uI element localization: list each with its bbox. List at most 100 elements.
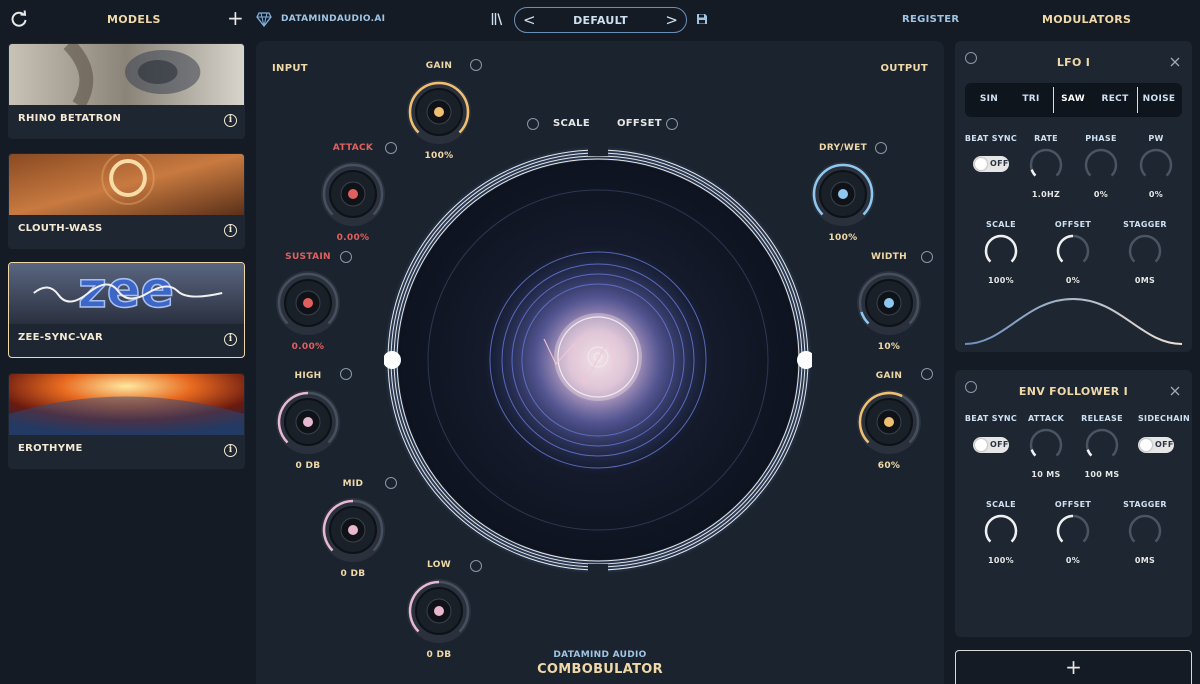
wave-saw[interactable]: SAW [1055, 94, 1091, 104]
knob-sustain[interactable] [275, 270, 341, 336]
lfo-waveform-display [965, 297, 1182, 345]
knob-high[interactable] [275, 389, 341, 455]
mini-knob-value-offset: 0% [1065, 556, 1081, 565]
model-name: EROTHYME [18, 443, 83, 454]
knob-label-high: HIGH [294, 371, 322, 381]
mini-knob-label-scale: SCALE [986, 220, 1016, 229]
mini-knob-value-scale: 100% [988, 556, 1014, 565]
mini-knob-stagger[interactable] [1127, 233, 1163, 269]
knob-value-width: 10% [877, 342, 901, 352]
mod-target-in-gain[interactable] [470, 59, 482, 71]
mini-knob-value-scale: 100% [988, 276, 1014, 285]
mod-target-dry-wet[interactable] [875, 142, 887, 154]
wave-sin[interactable]: SIN [971, 94, 1007, 104]
main-panel: INPUT OUTPUT SCALE OFFSET GAIN 100% ATTA… [256, 41, 944, 684]
knob-dry-wet[interactable] [810, 161, 876, 227]
mini-knob-release[interactable] [1084, 427, 1120, 463]
wave-tri[interactable]: TRI [1013, 94, 1049, 104]
knob-width[interactable] [856, 270, 922, 336]
mini-knob-label-offset: OFFSET [1054, 220, 1092, 229]
env-title: ENV FOLLOWER I [1018, 385, 1129, 398]
close-icon[interactable] [1170, 57, 1180, 67]
model-name: ZEE-SYNC-VAR [18, 332, 103, 343]
info-icon[interactable]: i [224, 114, 237, 127]
offset-mod-target[interactable] [666, 118, 678, 130]
mini-knob-pw[interactable] [1138, 147, 1174, 183]
knob-label-width: WIDTH [871, 252, 907, 262]
beat-sync-toggle[interactable]: OFF [973, 156, 1009, 172]
preset-selector[interactable]: < DEFAULT > [514, 7, 687, 33]
add-model-button[interactable]: + [227, 8, 244, 28]
knob-label-attack: ATTACK [332, 143, 374, 153]
knob-value-dry-wet: 100% [828, 233, 858, 243]
models-title: MODELS [107, 13, 161, 26]
info-icon[interactable]: i [224, 444, 237, 457]
refresh-icon[interactable] [10, 10, 28, 28]
mod-target-high[interactable] [340, 368, 352, 380]
orb-visualizer[interactable] [384, 144, 812, 576]
mod-target-attack[interactable] [385, 142, 397, 154]
knob-label-low: LOW [427, 560, 451, 570]
mini-knob-value-attack: 10 MS [1031, 470, 1061, 479]
mini-knob-value-release: 100 MS [1084, 470, 1120, 479]
wave-rect[interactable]: RECT [1096, 94, 1134, 104]
chevron-right-icon[interactable]: > [665, 11, 678, 29]
scale-mod-target[interactable] [527, 118, 539, 130]
knob-label-mid: MID [342, 479, 364, 489]
knob-out-gain[interactable] [856, 389, 922, 455]
model-card-rhino-betatron[interactable]: RHINO BETATRON i [8, 43, 245, 139]
modulators-title: MODULATORS [1042, 13, 1132, 26]
top-bar: MODELS + DATAMINDAUDIO.AI < DEFAULT > RE… [0, 0, 1200, 40]
mini-knob-scale[interactable] [983, 513, 1019, 549]
library-icon[interactable] [491, 12, 503, 26]
mod-target-out-gain[interactable] [921, 368, 933, 380]
env-follower-panel: ENV FOLLOWER I BEAT SYNC OFF SIDECHAIN O… [955, 370, 1192, 637]
knob-in-gain[interactable] [406, 79, 472, 145]
mini-knob-label-phase: PHASE [1085, 134, 1117, 143]
add-modulator-button[interactable]: + [955, 650, 1192, 684]
footer-product: COMBOBULATOR [537, 662, 663, 677]
mini-knob-offset[interactable] [1055, 513, 1091, 549]
input-label: INPUT [272, 63, 308, 74]
knob-mid[interactable] [320, 497, 386, 563]
knob-value-high: 0 DB [295, 461, 321, 471]
knob-attack[interactable] [320, 161, 386, 227]
save-icon[interactable] [696, 13, 708, 25]
model-card-erothyme[interactable]: EROTHYME i [8, 373, 245, 469]
mini-knob-rate[interactable] [1028, 147, 1064, 183]
register-link[interactable]: REGISTER [902, 14, 959, 25]
mod-target-width[interactable] [921, 251, 933, 263]
model-card-zee-sync-var[interactable]: zee ZEE-SYNC-VAR i [8, 262, 245, 358]
mini-knob-label-rate: RATE [1034, 134, 1058, 143]
beat-sync-label: BEAT SYNC [964, 414, 1018, 423]
knob-value-in-gain: 100% [424, 151, 454, 161]
info-icon[interactable]: i [224, 333, 237, 346]
beat-sync-label: BEAT SYNC [964, 134, 1018, 143]
mini-knob-label-stagger: STAGGER [1123, 500, 1167, 509]
mini-knob-value-offset: 0% [1065, 276, 1081, 285]
knob-value-mid: 0 DB [340, 569, 366, 579]
mod-target-mid[interactable] [385, 477, 397, 489]
model-thumbnail [9, 44, 244, 105]
model-thumbnail: zee [9, 263, 244, 324]
mini-knob-value-phase: 0% [1093, 190, 1109, 199]
mini-knob-offset[interactable] [1055, 233, 1091, 269]
mod-target-sustain[interactable] [340, 251, 352, 263]
diamond-logo-icon[interactable] [256, 11, 272, 27]
info-icon[interactable]: i [224, 224, 237, 237]
close-icon[interactable] [1170, 386, 1180, 396]
mini-knob-value-stagger: 0MS [1134, 556, 1156, 565]
lfo-title: LFO I [1056, 56, 1091, 69]
mini-knob-attack[interactable] [1028, 427, 1064, 463]
mini-knob-scale[interactable] [983, 233, 1019, 269]
mod-target-low[interactable] [470, 560, 482, 572]
mini-knob-label-attack: ATTACK [1027, 414, 1065, 423]
knob-low[interactable] [406, 578, 472, 644]
beat-sync-toggle[interactable]: OFF [973, 437, 1009, 453]
model-card-clouth-wass[interactable]: CLOUTH-WASS i [8, 153, 245, 249]
sidechain-toggle[interactable]: OFF [1138, 437, 1174, 453]
mini-knob-phase[interactable] [1083, 147, 1119, 183]
wave-noise[interactable]: NOISE [1139, 94, 1179, 104]
brand-link[interactable]: DATAMINDAUDIO.AI [281, 14, 385, 24]
mini-knob-stagger[interactable] [1127, 513, 1163, 549]
